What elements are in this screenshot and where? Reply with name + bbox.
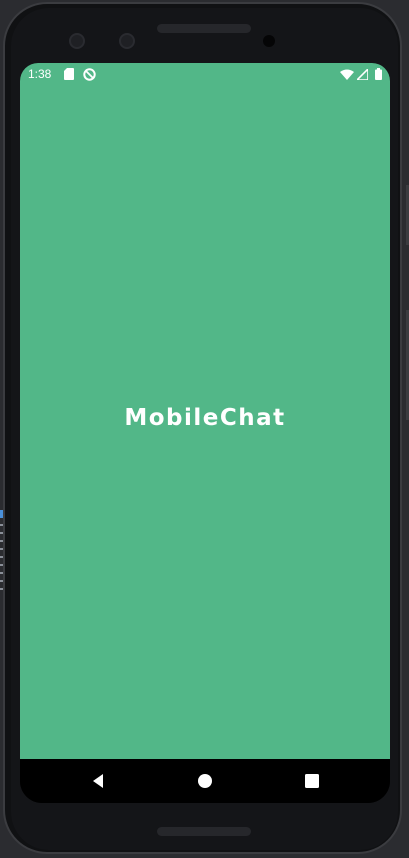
status-bar: 1:38 [20,63,390,87]
no-disturb-icon [83,68,96,81]
emulator-device: 1:38 MobileChat [0,0,409,858]
front-sensor-icon [119,33,135,49]
top-speaker-grille [157,24,251,33]
navigation-bar [20,759,390,803]
back-icon[interactable] [88,771,108,791]
splash-screen: MobileChat [20,87,390,759]
signal-icon [357,69,368,80]
home-icon[interactable] [195,771,215,791]
sd-card-icon [64,68,74,80]
phone-screen: 1:38 MobileChat [20,63,390,803]
battery-icon [375,68,382,80]
bottom-speaker-grille [157,827,251,836]
recents-icon[interactable] [302,771,322,791]
wifi-icon [340,69,354,80]
app-title: MobileChat [124,405,286,431]
front-camera-icon [263,35,275,47]
status-time: 1:38 [28,67,52,81]
front-sensor-icon [69,33,85,49]
